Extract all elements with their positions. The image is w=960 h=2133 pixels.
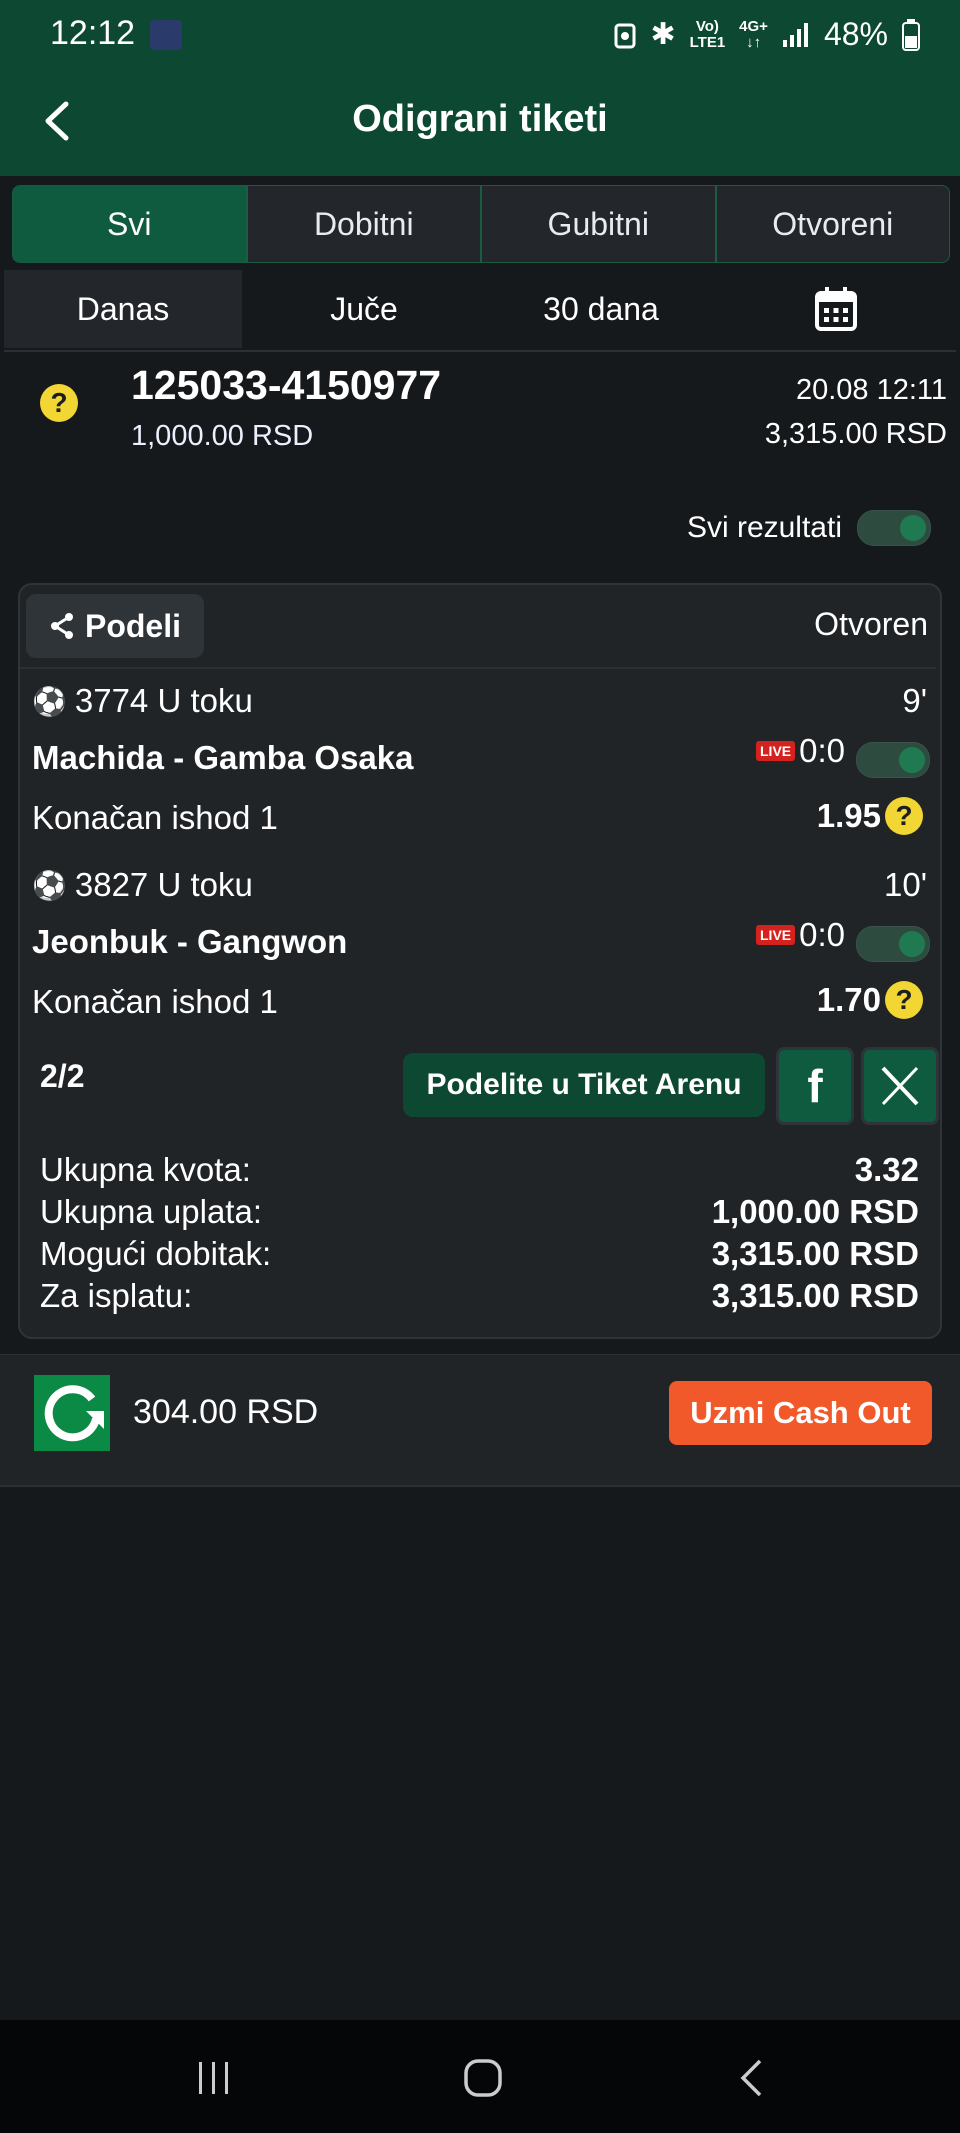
home-icon [464,2059,502,2097]
summary-label: Ukupna uplata: [40,1193,262,1230]
event-market: Konačan ishod 1 [32,799,278,836]
summary-value: 3,315.00 RSD [711,1235,919,1272]
period-filter: Danas Juče 30 dana [4,270,956,348]
battery-icon [902,18,920,51]
event-score: LIVE 0:0 [756,732,845,770]
period-juce[interactable]: Juče [242,270,486,348]
sync-icon [614,23,636,48]
help-icon[interactable]: ? [885,981,923,1019]
recent-apps-icon [199,2062,228,2094]
system-back-button[interactable] [738,2058,766,2103]
share-label: Podeli [84,607,181,644]
ticket-status: Otvoren [814,606,928,642]
event-count: 2/2 [40,1058,85,1094]
event-market: Konačan ishod 1 [32,983,278,1020]
back-icon [740,2059,762,2097]
data-indicator: 4G+ ↓↑ [739,17,768,51]
x-share-button[interactable] [861,1047,939,1125]
summary-label: Za isplatu: [40,1277,193,1314]
tiket-arena-button[interactable]: Podelite u Tiket Arenu [403,1053,765,1117]
volte-indicator: Vo) LTE1 [689,17,726,51]
ticket-potential-win: 3,315.00 RSD [764,418,947,450]
event-header: ⚽ 3774 U toku [32,682,253,719]
soccer-ball-icon: ⚽ [32,869,67,901]
x-icon [881,1066,919,1106]
ticket-stake: 1,000.00 RSD [131,420,314,452]
event-minute: 9' [902,682,927,719]
divider [20,667,936,669]
event-match: Machida - Gamba Osaka [32,739,414,776]
cashout-logo-icon [34,1375,110,1451]
help-icon[interactable]: ? [885,797,923,835]
all-results-toggle[interactable] [857,510,931,546]
page-title: Odigrani tiketi [352,98,608,140]
ticket-datetime: 20.08 12:11 [795,374,947,406]
battery-text: 48% [823,16,888,52]
period-danas[interactable]: Danas [4,270,242,348]
event-header: ⚽ 3827 U toku [32,866,253,903]
share-button[interactable]: Podeli [26,594,204,658]
signal-icon [782,22,808,47]
event-minute: 10' [883,866,927,903]
calendar-icon [815,287,857,331]
result-tabs: Svi Dobitni Gubitni Otvoreni [12,185,950,263]
calendar-button[interactable] [716,270,956,348]
status-time: 12:12 [50,14,136,52]
live-badge: LIVE [756,741,796,761]
facebook-button[interactable]: f [776,1047,854,1125]
summary-value: 3,315.00 RSD [711,1277,919,1314]
status-icons: ✱ Vo) LTE1 4G+ ↓↑ 48% [614,16,920,53]
summary-label: Ukupna kvota: [40,1151,251,1188]
share-icon [50,613,73,639]
summary-value: 1,000.00 RSD [711,1193,919,1230]
event-match: Jeonbuk - Gangwon [32,923,348,960]
all-results-label: Svi rezultati [686,511,842,544]
tab-gubitni[interactable]: Gubitni [480,186,715,262]
live-badge: LIVE [756,925,796,945]
home-button[interactable] [463,2058,503,2103]
cashout-button[interactable]: Uzmi Cash Out [669,1381,932,1445]
recent-apps-button[interactable] [196,2060,232,2101]
tab-dobitni[interactable]: Dobitni [245,186,481,262]
event-odd: 1.70 ? [817,981,923,1019]
cashout-amount: 304.00 RSD [133,1393,319,1431]
period-30-dana[interactable]: 30 dana [486,270,716,348]
tab-otvoreni[interactable]: Otvoreni [714,186,950,262]
ticket-id: 125033-4150977 [131,362,442,408]
event-score: LIVE 0:0 [756,916,845,954]
bluetooth-icon: ✱ [650,18,676,51]
tab-svi[interactable]: Svi [13,186,246,262]
summary-label: Mogući dobitak: [40,1235,272,1272]
summary-value: 3.32 [854,1151,919,1188]
event-toggle[interactable] [856,742,930,778]
facebook-icon: f [807,1060,823,1112]
notification-icon [150,20,182,50]
event-odd: 1.95 ? [817,797,923,835]
event-toggle[interactable] [856,926,930,962]
help-icon[interactable]: ? [40,384,78,422]
soccer-ball-icon: ⚽ [32,685,67,717]
divider [4,350,956,352]
